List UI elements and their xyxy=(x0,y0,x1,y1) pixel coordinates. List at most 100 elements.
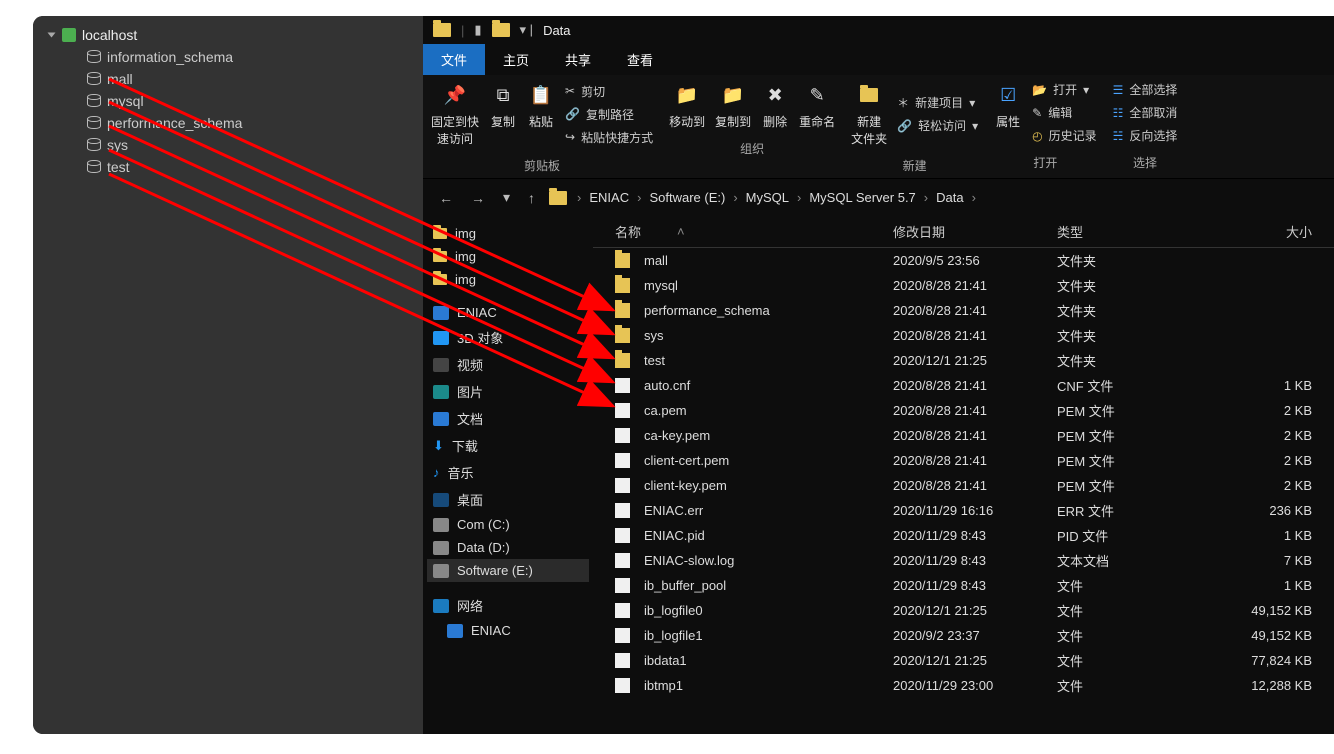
folder-icon xyxy=(615,353,630,368)
folder-icon xyxy=(492,23,510,37)
ribbon-rename[interactable]: ✎重命名 xyxy=(799,81,835,130)
ribbon-tab[interactable]: 查看 xyxy=(609,44,671,75)
file-icon xyxy=(615,453,630,468)
file-list: 名称˄ 修改日期 类型 大小 mall2020/9/5 23:56文件夹mysq… xyxy=(593,216,1334,734)
navtree-drive-d[interactable]: Data (D:) xyxy=(427,536,589,559)
breadcrumb-segment[interactable]: Data xyxy=(936,190,963,205)
window-title: Data xyxy=(543,23,570,38)
file-row[interactable]: ib_logfile02020/12/1 21:25文件49,152 KB xyxy=(593,598,1334,623)
navtree-downloads[interactable]: ⬇下载 xyxy=(427,432,589,459)
navtree-img[interactable]: img xyxy=(427,245,589,268)
file-explorer: | ▮ ▾ | Data 文件主页共享查看 📌固定到快 速访问 ⧉复制 📋粘贴 … xyxy=(423,16,1334,734)
file-icon xyxy=(615,603,630,618)
ribbon-selectall[interactable]: ☰全部选择 xyxy=(1113,81,1178,98)
navtree-videos[interactable]: 视频 xyxy=(427,351,589,378)
ribbon-copypath[interactable]: 🔗复制路径 xyxy=(565,106,634,123)
caret-down-icon xyxy=(48,33,56,38)
navtree-img[interactable]: img xyxy=(427,268,589,291)
ribbon-moveto[interactable]: 📁移动到 xyxy=(669,81,705,130)
file-row[interactable]: test2020/12/1 21:25文件夹 xyxy=(593,348,1334,373)
db-item[interactable]: information_schema xyxy=(81,46,423,68)
navtree-img[interactable]: img xyxy=(427,222,589,245)
breadcrumb-segment[interactable]: Software (E:) xyxy=(649,190,725,205)
navtree-documents[interactable]: 文档 xyxy=(427,405,589,432)
nav-back[interactable]: ← xyxy=(435,188,457,208)
breadcrumb-segment[interactable]: ENIAC xyxy=(589,190,629,205)
ribbon-history[interactable]: ◴历史记录 xyxy=(1032,127,1097,144)
file-icon xyxy=(615,478,630,493)
ribbon-properties[interactable]: ☑属性 xyxy=(994,81,1022,144)
breadcrumb-segment[interactable]: MySQL Server 5.7 xyxy=(809,190,915,205)
file-row[interactable]: client-cert.pem2020/8/28 21:41PEM 文件2 KB xyxy=(593,448,1334,473)
ribbon-paste[interactable]: 📋粘贴 xyxy=(527,81,555,147)
nav-tree: img img img ENIAC 3D 对象 视频 图片 文档 ⬇下载 ♪音乐… xyxy=(423,216,593,734)
ribbon-tab[interactable]: 共享 xyxy=(547,44,609,75)
folder-icon xyxy=(433,23,451,37)
nav-up[interactable]: ↑ xyxy=(524,188,539,208)
ribbon-invertsel[interactable]: ☵反向选择 xyxy=(1113,127,1178,144)
navtree-desktop[interactable]: 桌面 xyxy=(427,486,589,513)
folder-icon xyxy=(615,278,630,293)
ribbon-tabbar: 文件主页共享查看 xyxy=(423,44,1334,75)
file-row[interactable]: ca-key.pem2020/8/28 21:41PEM 文件2 KB xyxy=(593,423,1334,448)
file-row[interactable]: sys2020/8/28 21:41文件夹 xyxy=(593,323,1334,348)
navtree-pc[interactable]: ENIAC xyxy=(427,301,589,324)
ribbon-shortcut[interactable]: ↪粘贴快捷方式 xyxy=(565,129,653,146)
db-connection-root[interactable]: localhost xyxy=(43,24,423,46)
file-icon xyxy=(615,378,630,393)
file-row[interactable]: ib_buffer_pool2020/11/29 8:43文件1 KB xyxy=(593,573,1334,598)
db-item[interactable]: mall xyxy=(81,68,423,90)
file-row[interactable]: ib_logfile12020/9/2 23:37文件49,152 KB xyxy=(593,623,1334,648)
ribbon-newitem[interactable]: ＊新建项目▾ xyxy=(897,94,975,111)
database-icon xyxy=(87,73,101,85)
file-row[interactable]: auto.cnf2020/8/28 21:41CNF 文件1 KB xyxy=(593,373,1334,398)
ribbon-easyaccess[interactable]: 🔗轻松访问▾ xyxy=(897,117,978,134)
file-row[interactable]: ibtmp12020/11/29 23:00文件12,288 KB xyxy=(593,673,1334,698)
breadcrumb[interactable]: ›ENIAC›Software (E:)›MySQL›MySQL Server … xyxy=(577,190,976,205)
file-row[interactable]: performance_schema2020/8/28 21:41文件夹 xyxy=(593,298,1334,323)
database-icon xyxy=(87,51,101,63)
navtree-network[interactable]: 网络 xyxy=(427,592,589,619)
navtree-3dobjects[interactable]: 3D 对象 xyxy=(427,324,589,351)
navtree-drive-c[interactable]: Com (C:) xyxy=(427,513,589,536)
nav-forward[interactable]: → xyxy=(467,188,489,208)
file-icon xyxy=(615,403,630,418)
ribbon-newfolder[interactable]: 新建 文件夹 xyxy=(851,81,887,147)
file-row[interactable]: ENIAC.pid2020/11/29 8:43PID 文件1 KB xyxy=(593,523,1334,548)
navtree-pictures[interactable]: 图片 xyxy=(427,378,589,405)
file-row[interactable]: ENIAC.err2020/11/29 16:16ERR 文件236 KB xyxy=(593,498,1334,523)
file-row[interactable]: mall2020/9/5 23:56文件夹 xyxy=(593,248,1334,273)
col-name[interactable]: 名称 xyxy=(615,222,641,241)
col-size[interactable]: 大小 xyxy=(1185,222,1334,241)
ribbon-copy[interactable]: ⧉复制 xyxy=(489,81,517,147)
database-icon xyxy=(87,95,101,107)
nav-recent[interactable]: ▾ xyxy=(499,187,514,208)
navtree-music[interactable]: ♪音乐 xyxy=(427,459,589,486)
db-item[interactable]: test xyxy=(81,156,423,178)
ribbon-edit[interactable]: ✎编辑 xyxy=(1032,104,1072,121)
file-row[interactable]: ibdata12020/12/1 21:25文件77,824 KB xyxy=(593,648,1334,673)
navtree-network-pc[interactable]: ENIAC xyxy=(441,619,589,642)
ribbon-copyto[interactable]: 📁复制到 xyxy=(715,81,751,130)
file-row[interactable]: ENIAC-slow.log2020/11/29 8:43文本文档7 KB xyxy=(593,548,1334,573)
ribbon-delete[interactable]: ✖删除 xyxy=(761,81,789,130)
db-item[interactable]: performance_schema xyxy=(81,112,423,134)
db-root-label: localhost xyxy=(82,27,137,43)
db-item[interactable]: sys xyxy=(81,134,423,156)
col-type[interactable]: 类型 xyxy=(1057,222,1185,241)
navtree-drive-e[interactable]: Software (E:) xyxy=(427,559,589,582)
breadcrumb-segment[interactable]: MySQL xyxy=(746,190,789,205)
file-row[interactable]: ca.pem2020/8/28 21:41PEM 文件2 KB xyxy=(593,398,1334,423)
file-icon xyxy=(615,553,630,568)
ribbon-open[interactable]: 📂打开▾ xyxy=(1032,81,1089,98)
file-row[interactable]: client-key.pem2020/8/28 21:41PEM 文件2 KB xyxy=(593,473,1334,498)
db-item[interactable]: mysql xyxy=(81,90,423,112)
file-icon xyxy=(615,528,630,543)
file-row[interactable]: mysql2020/8/28 21:41文件夹 xyxy=(593,273,1334,298)
ribbon-tab[interactable]: 文件 xyxy=(423,44,485,75)
ribbon-cut[interactable]: ✂剪切 xyxy=(565,83,605,100)
ribbon-selectnone[interactable]: ☷全部取消 xyxy=(1113,104,1178,121)
ribbon-tab[interactable]: 主页 xyxy=(485,44,547,75)
ribbon-pin[interactable]: 📌固定到快 速访问 xyxy=(431,81,479,147)
col-date[interactable]: 修改日期 xyxy=(893,222,1057,241)
